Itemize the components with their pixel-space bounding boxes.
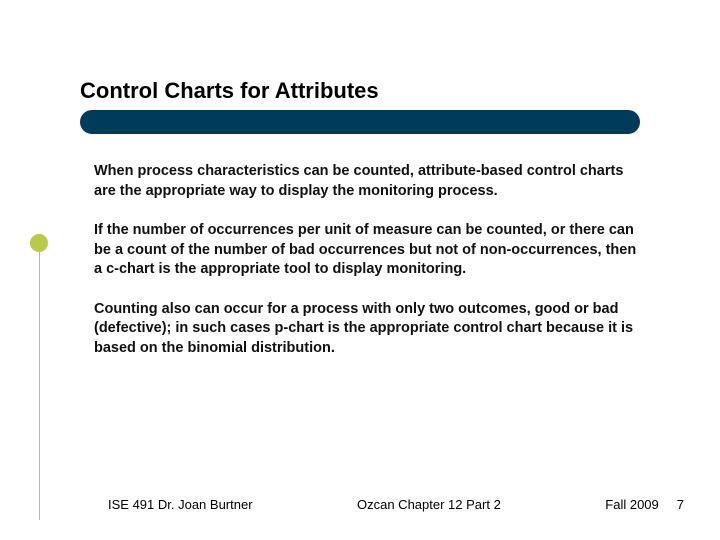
paragraph-1: When process characteristics can be coun… <box>94 162 640 201</box>
content-area: When process characteristics can be coun… <box>80 162 660 359</box>
footer-left: ISE 491 Dr. Joan Burtner <box>108 497 253 512</box>
slide-title: Control Charts for Attributes <box>80 78 660 110</box>
footer-page-number: 7 <box>677 497 684 512</box>
title-block: Control Charts for Attributes <box>80 78 660 134</box>
paragraph-3: Counting also can occur for a process wi… <box>94 300 640 359</box>
footer: ISE 491 Dr. Joan Burtner Ozcan Chapter 1… <box>0 497 720 512</box>
footer-right: Fall 2009 <box>605 497 658 512</box>
footer-center: Ozcan Chapter 12 Part 2 <box>253 497 606 512</box>
accent-line <box>39 252 40 520</box>
title-underline-bar <box>80 110 640 134</box>
paragraph-2: If the number of occurrences per unit of… <box>94 221 640 280</box>
slide: Control Charts for Attributes When proce… <box>0 0 720 540</box>
accent-dot <box>30 234 48 252</box>
